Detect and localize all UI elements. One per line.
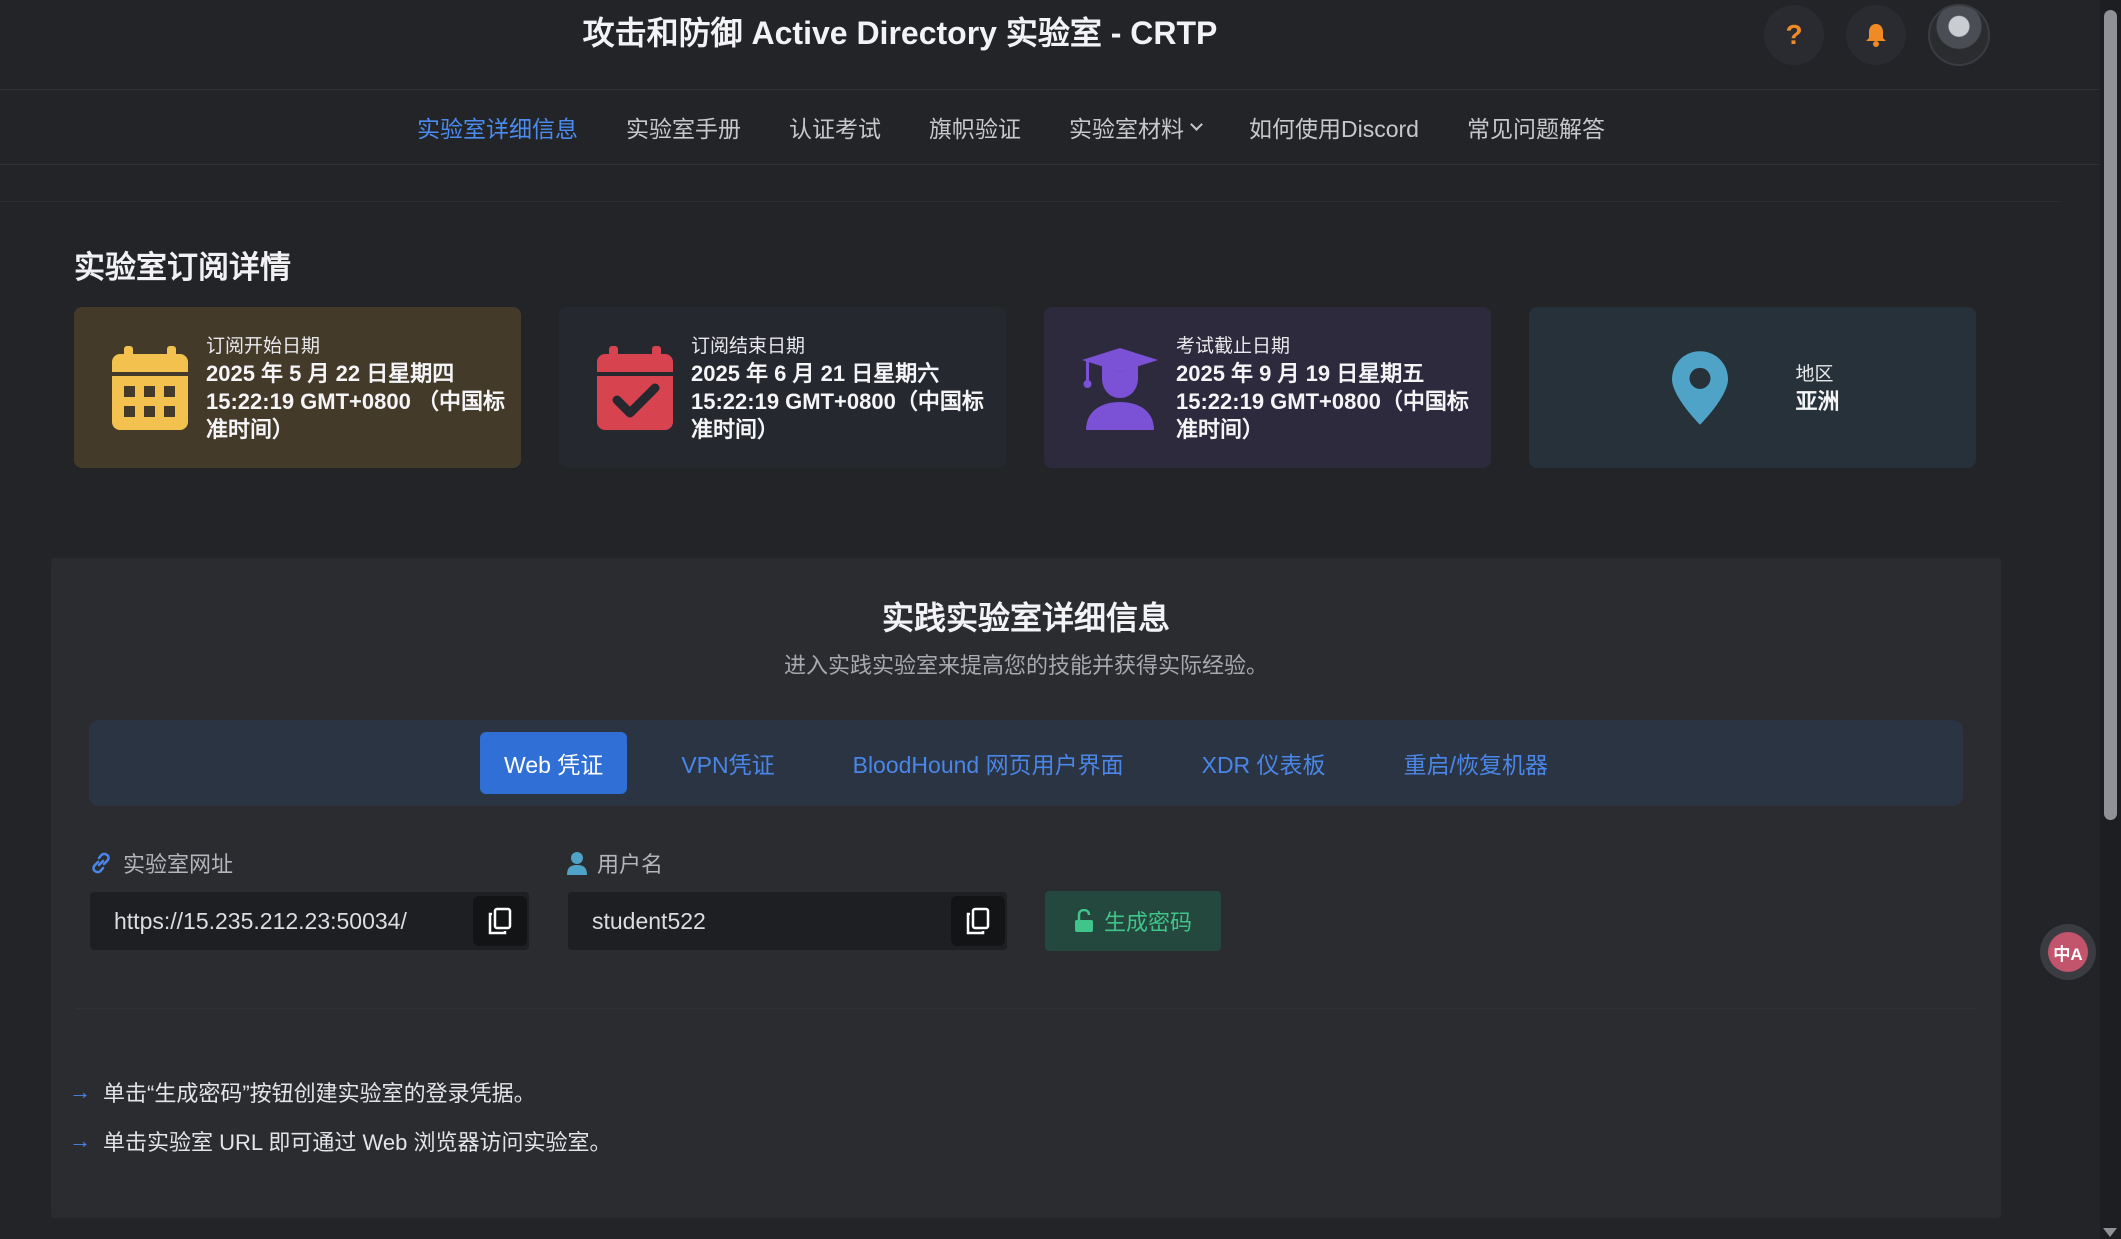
page-root: 攻击和防御 Active Directory 实验室 - CRTP ? 实验室详…: [0, 0, 2121, 1239]
header-actions: ?: [1764, 4, 1990, 66]
unlock-icon: [1074, 909, 1093, 932]
scrollbar-thumb[interactable]: [2104, 10, 2117, 820]
tab-bloodhound-ui[interactable]: BloodHound 网页用户界面: [829, 732, 1148, 794]
main-nav: 实验室详细信息 实验室手册 认证考试 旗帜验证 实验室材料 如何使用Discor…: [0, 90, 2100, 165]
start-date-text: 订阅开始日期 2025 年 5 月 22 日星期四 15:22:19 GMT+0…: [206, 331, 506, 444]
copy-url-button[interactable]: [473, 896, 527, 946]
graduate-icon: [1082, 347, 1158, 430]
nav-lab-details[interactable]: 实验室详细信息: [417, 110, 578, 144]
nav-faq[interactable]: 常见问题解答: [1467, 110, 1605, 144]
translate-icon: 中A: [2048, 932, 2088, 972]
start-date-label: 订阅开始日期: [206, 336, 321, 357]
hint-text: 单击“生成密码”按钮创建实验室的登录凭据。: [103, 1081, 536, 1106]
subscription-cards: 订阅开始日期 2025 年 5 月 22 日星期四 15:22:19 GMT+0…: [74, 307, 1976, 468]
exam-deadline-value: 2025 年 9 月 19 日星期五 15:22:19 GMT+0800（中国标…: [1176, 361, 1469, 442]
top-header: 攻击和防御 Active Directory 实验室 - CRTP ?: [0, 0, 2100, 90]
arrow-right-icon: →: [69, 1079, 91, 1104]
lab-url-value[interactable]: https://15.235.212.23:50034/: [114, 908, 407, 935]
scrollbar[interactable]: [2100, 0, 2121, 1239]
tab-web-credentials[interactable]: Web 凭证: [480, 732, 628, 794]
copy-icon: [488, 907, 512, 935]
generate-password-label: 生成密码: [1103, 910, 1192, 935]
app-title: 攻击和防御 Active Directory 实验室 - CRTP: [582, 15, 1218, 51]
region-text: 地区 亚洲: [1795, 359, 1839, 416]
credentials-tabbar: Web 凭证 VPN凭证 BloodHound 网页用户界面 XDR 仪表板 重…: [89, 720, 1963, 806]
user-icon: [567, 852, 587, 875]
hint-item: → 单击“生成密码”按钮创建实验室的登录凭据。: [69, 1076, 536, 1108]
copy-icon: [966, 907, 990, 935]
nav-lab-manual[interactable]: 实验室手册: [626, 110, 741, 144]
lab-url-label-text: 实验室网址: [123, 852, 234, 877]
nav-flag-verification[interactable]: 旗帜验证: [929, 110, 1021, 144]
username-value[interactable]: student522: [592, 908, 706, 935]
hint-item: → 单击实验室 URL 即可通过 Web 浏览器访问实验室。: [69, 1125, 611, 1157]
hint-text: 单击实验室 URL 即可通过 Web 浏览器访问实验室。: [103, 1130, 612, 1155]
tab-restart-machines[interactable]: 重启/恢复机器: [1380, 732, 1572, 794]
tab-vpn-credentials[interactable]: VPN凭证: [657, 732, 798, 794]
username-label: 用户名: [567, 847, 663, 879]
nav-discord[interactable]: 如何使用Discord: [1249, 110, 1419, 144]
exam-deadline-text: 考试截止日期 2025 年 9 月 19 日星期五 15:22:19 GMT+0…: [1176, 331, 1476, 444]
lab-url-field[interactable]: https://15.235.212.23:50034/: [90, 892, 529, 950]
section-divider: [0, 201, 2060, 202]
start-date-card: 订阅开始日期 2025 年 5 月 22 日星期四 15:22:19 GMT+0…: [74, 307, 521, 468]
practice-lab-title: 实践实验室详细信息: [881, 600, 1170, 636]
end-date-card: 订阅结束日期 2025 年 6 月 21 日星期六 15:22:19 GMT+0…: [559, 307, 1006, 468]
subscription-title: 实验室订阅详情: [74, 250, 291, 285]
map-pin-icon: [1672, 350, 1729, 425]
arrow-right-icon: →: [69, 1128, 91, 1153]
tab-xdr-dashboard[interactable]: XDR 仪表板: [1178, 732, 1350, 794]
scroll-down-arrow-icon[interactable]: [2103, 1228, 2117, 1237]
bell-icon: [1866, 24, 1886, 47]
chevron-down-icon: [1190, 117, 1203, 131]
nav-lab-materials-label: 实验室材料: [1069, 116, 1185, 142]
username-label-text: 用户名: [597, 852, 664, 877]
end-date-value: 2025 年 6 月 21 日星期六 15:22:19 GMT+0800（中国标…: [691, 361, 984, 442]
question-icon: ?: [1785, 19, 1803, 50]
exam-deadline-card: 考试截止日期 2025 年 9 月 19 日星期五 15:22:19 GMT+0…: [1044, 307, 1491, 468]
region-label: 地区: [1795, 364, 1834, 385]
link-icon: [92, 852, 110, 874]
panel-divider: [75, 1008, 1977, 1009]
lab-url-label: 实验室网址: [89, 847, 233, 879]
nav-certification-exam[interactable]: 认证考试: [789, 110, 881, 144]
start-date-value: 2025 年 5 月 22 日星期四 15:22:19 GMT+0800 （中国…: [206, 361, 505, 442]
translate-button[interactable]: 中A: [2040, 924, 2096, 980]
user-avatar[interactable]: [1928, 4, 1990, 66]
notifications-button[interactable]: [1846, 5, 1906, 65]
practice-lab-subtitle: 进入实践实验室来提高您的技能并获得实际经验。: [783, 653, 1268, 678]
calendar-icon: [112, 345, 188, 430]
copy-username-button[interactable]: [951, 896, 1005, 946]
region-card: 地区 亚洲: [1529, 307, 1976, 468]
nav-lab-materials[interactable]: 实验室材料: [1069, 110, 1203, 144]
region-value: 亚洲: [1795, 389, 1840, 414]
help-button[interactable]: ?: [1764, 5, 1824, 65]
end-date-text: 订阅结束日期 2025 年 6 月 21 日星期六 15:22:19 GMT+0…: [691, 331, 991, 444]
exam-deadline-label: 考试截止日期: [1176, 336, 1291, 357]
practice-lab-panel: 实践实验室详细信息 进入实践实验室来提高您的技能并获得实际经验。 Web 凭证 …: [51, 558, 2001, 1218]
calendar-check-icon: [597, 345, 673, 430]
end-date-label: 订阅结束日期: [691, 336, 806, 357]
username-field[interactable]: student522: [568, 892, 1007, 950]
generate-password-button[interactable]: 生成密码: [1045, 891, 1221, 951]
